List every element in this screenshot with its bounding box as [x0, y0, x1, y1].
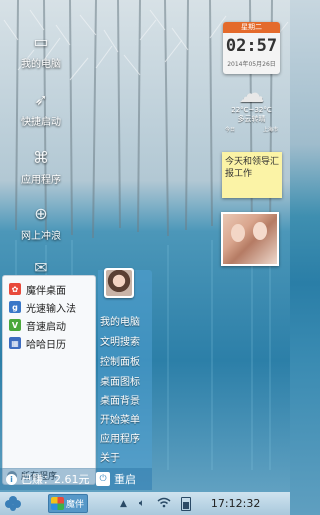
weather-city: 上海市 [262, 127, 278, 133]
menu-link-about[interactable]: 关于 [100, 449, 120, 464]
menu-link-search[interactable]: 文明搜索 [100, 333, 140, 348]
globe-icon: ⊕ [34, 203, 48, 223]
tray-expand-icon[interactable]: ▲ [120, 499, 127, 509]
menu-app-label: 魔伴桌面 [26, 285, 66, 297]
clock-date: 2014年05月26日 [227, 61, 276, 68]
desktop-icon-web-surf[interactable]: ⊕ 网上冲浪 [10, 202, 72, 243]
photo-image [223, 214, 277, 264]
taskbar-app-magic[interactable]: 魔伴 [48, 494, 88, 513]
rocket-icon: ➶ [34, 89, 48, 109]
weather-temp: 22°C~32°C [231, 106, 272, 114]
menu-link-start-menu[interactable]: 开始菜单 [100, 411, 140, 426]
taskbar: 魔伴 ▲ 🔈︎ 17:12:32 [0, 492, 290, 515]
menu-link-desktop-background[interactable]: 桌面背景 [100, 392, 140, 407]
weather-widget[interactable]: ☁ 22°C~32°C 多云转晴 今日 上海市 [223, 79, 280, 136]
menu-app-launcher[interactable]: V 音速启动 [3, 316, 95, 334]
cloud-icon: ☁ [238, 79, 265, 109]
start-button[interactable] [0, 492, 26, 515]
menu-app-label: 哈哈日历 [26, 339, 66, 351]
desktop-icon-my-computer[interactable]: ▭ 我的电脑 [10, 30, 72, 71]
wifi-glyph [157, 497, 171, 507]
desktop-icon-label: 快捷启动 [21, 117, 61, 128]
clover-icon [5, 495, 21, 511]
apps-icon: ⌘ [33, 147, 49, 167]
computer-icon: ▭ [33, 31, 49, 51]
battery-icon[interactable] [180, 496, 191, 511]
desktop-icon-quick-launch[interactable]: ➶ 快捷启动 [10, 88, 72, 129]
power-icon: ⏻ [96, 472, 110, 486]
photo-widget[interactable] [221, 212, 279, 266]
menu-link-applications[interactable]: 应用程序 [100, 430, 140, 445]
wifi-icon[interactable] [157, 497, 171, 511]
avatar[interactable] [104, 268, 134, 298]
menu-app-magic-desktop[interactable]: ✿ 魔伴桌面 [3, 280, 95, 298]
menu-app-calendar[interactable]: ▦ 哈哈日历 [3, 334, 95, 352]
start-menu-footer: i 已赚：2.61元 ⏻ 重启 [0, 468, 152, 490]
keyboard-icon: g [9, 301, 21, 313]
magic-desktop-icon [51, 497, 64, 510]
desktop-icon-label: 应用程序 [21, 175, 61, 186]
menu-app-label: 音速启动 [26, 321, 66, 333]
calendar-icon: ▦ [9, 337, 21, 349]
earnings[interactable]: i 已赚：2.61元 [0, 471, 96, 487]
clock-weekday: 星期二 [223, 22, 280, 33]
start-menu-left-panel: ✿ 魔伴桌面 g 光速输入法 V 音速启动 ▦ 哈哈日历 ➜ 所有程序 [2, 275, 96, 485]
desktop-icon-applications[interactable]: ⌘ 应用程序 [10, 146, 72, 187]
menu-app-label: 光速输入法 [26, 303, 76, 315]
magic-desktop-icon: ✿ [9, 283, 21, 295]
menu-app-input-method[interactable]: g 光速输入法 [3, 298, 95, 316]
launcher-icon: V [9, 319, 21, 331]
clock-widget[interactable]: 星期二 02:57 2014年05月26日 [223, 22, 280, 74]
menu-link-desktop-icons[interactable]: 桌面图标 [100, 373, 140, 388]
restart-button[interactable]: ⏻ 重启 [96, 471, 136, 487]
note-text: 今天和领导汇报工作 [225, 157, 280, 179]
weather-today: 今日 [225, 127, 236, 133]
info-icon: i [6, 473, 17, 485]
restart-label: 重启 [114, 473, 136, 486]
desktop-icon-label: 网上冲浪 [21, 231, 61, 242]
menu-link-my-computer[interactable]: 我的电脑 [100, 313, 140, 328]
weather-condition: 多云转晴 [237, 115, 266, 123]
menu-link-control-panel[interactable]: 控制面板 [100, 353, 140, 368]
taskbar-app-label: 魔伴 [66, 500, 85, 510]
taskbar-clock[interactable]: 17:12:32 [211, 497, 260, 510]
desktop-icon-label: 我的电脑 [21, 59, 61, 70]
avatar-image [106, 270, 132, 296]
earnings-label: 已赚：2.61元 [21, 473, 90, 486]
volume-icon[interactable]: 🔈︎ [139, 498, 145, 509]
note-widget[interactable]: 今天和领导汇报工作 [222, 152, 282, 198]
clock-time: 02:57 [225, 36, 278, 56]
